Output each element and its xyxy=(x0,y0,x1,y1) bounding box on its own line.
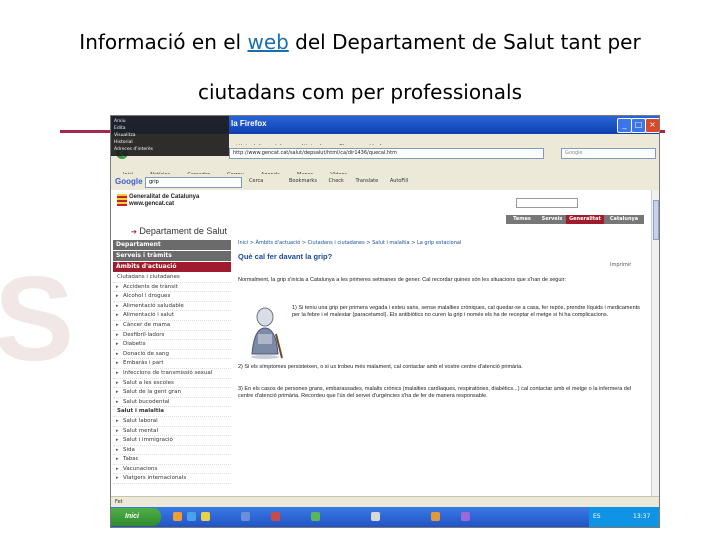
toolbar-item[interactable]: Bookmarks xyxy=(289,178,317,184)
address-bar[interactable]: http://www.gencat.cat/salut/depsalut/htm… xyxy=(229,148,544,159)
paragraph: 2) Si els símptomes persisteixen, o si u… xyxy=(238,364,523,370)
title-text: Informació en el xyxy=(79,30,248,54)
sidebar-item[interactable]: Salut laboral xyxy=(113,417,231,427)
sidebar-item[interactable]: Sida xyxy=(113,446,231,456)
web-link[interactable]: web xyxy=(247,30,288,54)
background-watermark: S xyxy=(0,252,75,386)
browser-screenshot: la Firefox _ □ × Historial Adreces d'int… xyxy=(110,115,660,528)
maximize-button[interactable]: □ xyxy=(631,118,646,133)
sidebar-block[interactable]: Departament xyxy=(113,240,231,250)
scrollbar-thumb[interactable] xyxy=(653,200,659,240)
taskbar-app-icon[interactable] xyxy=(311,512,320,521)
dropdown-item[interactable]: Arxiu xyxy=(114,118,226,125)
print-link[interactable]: Imprimir xyxy=(610,262,631,268)
breadcrumb[interactable]: Inici > Àmbits d'actuació > Ciutadans i … xyxy=(238,240,461,246)
google-toolbar: Google grip Cerca Bookmarks Check Transl… xyxy=(111,174,659,191)
system-tray: ES 13:37 xyxy=(589,507,659,527)
web-page: Generalitat de Catalunya www.gencat.cat … xyxy=(111,190,651,507)
site-top-nav: Temes Serveis Generalitat Catalunya xyxy=(111,215,651,224)
sidebar-item[interactable]: Salut bucodental xyxy=(113,398,231,408)
sidebar-item[interactable]: Tabac xyxy=(113,455,231,465)
minimize-button[interactable]: _ xyxy=(617,118,632,133)
nav-tab[interactable]: Temes xyxy=(506,215,538,224)
bookmarks-toolbar: Inici Notícies Cercador Correu Agenda Ma… xyxy=(111,161,659,178)
taskbar-app-icon[interactable] xyxy=(241,512,250,521)
clock: 13:37 xyxy=(633,513,651,520)
dropdown-item[interactable]: Historial xyxy=(114,139,226,146)
toolbar-item[interactable]: Check xyxy=(329,178,344,184)
google-search-button[interactable]: Cerca xyxy=(249,177,263,186)
search-input[interactable]: Google xyxy=(561,148,656,159)
org-url[interactable]: www.gencat.cat xyxy=(129,201,199,208)
window-title: la Firefox xyxy=(231,119,267,128)
title-text: del Departament de Salut tant per xyxy=(288,30,641,54)
slide-title-line1: Informació en el web del Departament de … xyxy=(0,30,720,54)
department-title-text: Departament de Salut xyxy=(139,226,227,236)
language-indicator[interactable]: ES xyxy=(593,513,601,520)
org-name-text: Generalitat de Catalunya xyxy=(129,194,200,200)
sidebar-item[interactable]: Càncer de mama xyxy=(113,321,231,331)
sidebar-item[interactable]: Vacunacions xyxy=(113,465,231,475)
paragraph: Normalment, la grip s'inicia a Catalunya… xyxy=(238,277,566,283)
sidebar-item[interactable]: Alimentació saludable xyxy=(113,302,231,312)
org-name: Generalitat de Catalunya www.gencat.cat xyxy=(129,194,199,208)
sidebar: Departament Serveis i tràmits Àmbits d'a… xyxy=(113,240,231,505)
sick-person-illustration-icon xyxy=(251,307,283,359)
department-title: ➔ Departament de Salut xyxy=(131,226,227,236)
folder-icon[interactable] xyxy=(201,512,210,521)
nav-tab[interactable]: Generalitat xyxy=(566,215,604,224)
main-content: Inici > Àmbits d'actuació > Ciutadans i … xyxy=(238,240,643,505)
taskbar-app-icon[interactable] xyxy=(461,512,470,521)
paragraph: 3) En els casos de persones grans, embar… xyxy=(238,386,632,399)
firefox-icon[interactable] xyxy=(173,512,182,521)
dropdown-item[interactable]: Visualitza xyxy=(114,132,226,139)
arrow-icon: ➔ xyxy=(131,229,137,236)
ie-icon[interactable] xyxy=(187,512,196,521)
sidebar-item[interactable]: Donació de sang xyxy=(113,350,231,360)
google-logo: Google xyxy=(115,177,143,186)
dropdown-item[interactable]: Edita xyxy=(114,125,226,132)
sidebar-item[interactable]: Infeccions de transmissió sexual xyxy=(113,369,231,379)
gencat-logo-icon xyxy=(117,194,127,206)
toolbar-item[interactable]: Translate xyxy=(356,178,379,184)
status-bar: Fet xyxy=(111,496,659,507)
history-dropdown: Arxiu Edita Visualitza Historial Adreces… xyxy=(111,116,229,156)
taskbar: Inici ES 13:37 xyxy=(111,507,659,527)
sidebar-item[interactable]: Salut mental xyxy=(113,427,231,437)
sidebar-item[interactable]: Salut a les escoles xyxy=(113,379,231,389)
sidebar-block[interactable]: Àmbits d'actuació xyxy=(113,262,231,272)
close-button[interactable]: × xyxy=(645,118,659,133)
sidebar-item[interactable]: Accidents de trànsit xyxy=(113,283,231,293)
taskbar-app-icon[interactable] xyxy=(431,512,440,521)
dropdown-item[interactable]: Adreces d'interès xyxy=(114,146,226,153)
sidebar-item[interactable]: Desfibril·ladors xyxy=(113,331,231,341)
sidebar-item[interactable]: Embaràs i part xyxy=(113,359,231,369)
sidebar-item[interactable]: Alimentació i salut xyxy=(113,311,231,321)
slide-title-line2: ciutadans com per professionals xyxy=(198,80,522,104)
toolbar-item[interactable]: AutoFill xyxy=(390,178,408,184)
site-search-input[interactable] xyxy=(516,198,578,208)
taskbar-app-icon[interactable] xyxy=(371,512,380,521)
sidebar-item[interactable]: Alcohol i drogues xyxy=(113,292,231,302)
google-toolbar-items: Bookmarks Check Translate AutoFill xyxy=(289,177,418,186)
sidebar-item[interactable]: Diabetis xyxy=(113,340,231,350)
sidebar-item[interactable]: Salut i malaltia xyxy=(113,407,231,417)
nav-tab[interactable]: Catalunya xyxy=(604,215,644,224)
vertical-scrollbar[interactable] xyxy=(651,190,659,507)
sidebar-item[interactable]: Salut de la gent gran xyxy=(113,388,231,398)
google-search-input[interactable]: grip xyxy=(145,177,242,188)
sidebar-item[interactable]: Salut i immigració xyxy=(113,436,231,446)
sidebar-item[interactable]: Ciutadans i ciutadanes xyxy=(113,273,231,283)
taskbar-app-icon[interactable] xyxy=(271,512,280,521)
page-heading: Què cal fer davant la grip? xyxy=(238,252,333,261)
start-button[interactable]: Inici xyxy=(111,508,161,526)
sidebar-block[interactable]: Serveis i tràmits xyxy=(113,251,231,261)
paragraph: 1) Si teniu una grip per primera vegada … xyxy=(292,305,640,318)
sidebar-item[interactable]: Viatgers internacionals xyxy=(113,474,231,485)
nav-tab[interactable]: Serveis xyxy=(538,215,566,224)
